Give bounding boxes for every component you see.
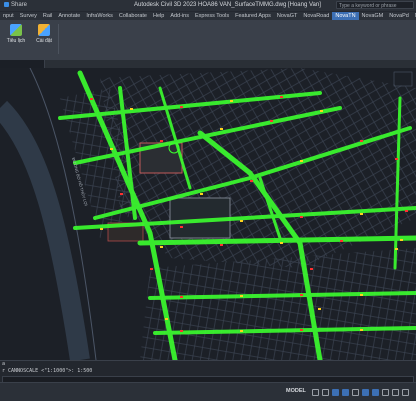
- road-marker: [300, 294, 303, 296]
- panel-icon: [10, 24, 22, 36]
- road-marker: [120, 193, 123, 195]
- road-marker: [250, 180, 253, 182]
- road-marker: [130, 108, 133, 110]
- road-marker: [318, 308, 321, 310]
- file-tab[interactable]: [0, 60, 45, 68]
- road-marker: [230, 100, 233, 102]
- model-space-toggle[interactable]: MODEL: [286, 388, 306, 394]
- road-marker: [300, 329, 303, 331]
- command-line: a r CANNOSCALE <"1:1000">: 1:500: [0, 360, 416, 384]
- road-marker: [310, 268, 313, 270]
- road-marker: [110, 148, 113, 150]
- road-marker: [360, 294, 363, 296]
- status-bar: MODEL: [0, 382, 416, 401]
- road-marker: [240, 330, 243, 332]
- ribbon-button-settings[interactable]: Cài đặt: [30, 24, 58, 44]
- road-marker: [220, 128, 223, 130]
- grid-icon[interactable]: [312, 389, 319, 396]
- road-marker: [395, 248, 398, 250]
- ribbon-button-label: Tiêu lịch: [6, 38, 26, 44]
- settings-icon: [38, 24, 50, 36]
- road-marker: [220, 244, 223, 246]
- ribbon-button-label: Cài đặt: [36, 38, 52, 44]
- drawing-canvas[interactable]: ĐƯỜNG BỜ HỒ THỦY LỢI: [0, 68, 416, 360]
- ortho-icon[interactable]: [332, 389, 339, 396]
- road-marker: [180, 226, 183, 228]
- ribbon: Tiêu lịch Cài đặt: [0, 20, 416, 61]
- road-marker: [360, 329, 363, 331]
- road-marker: [240, 295, 243, 297]
- ribbon-button-panel[interactable]: Tiêu lịch: [2, 24, 30, 44]
- road-marker: [280, 242, 283, 244]
- annotation-icon[interactable]: [372, 389, 379, 396]
- road-marker: [200, 193, 203, 195]
- road-marker: [160, 140, 163, 142]
- ribbon-separator: [58, 24, 59, 54]
- share-button[interactable]: Share: [4, 2, 27, 8]
- road-marker: [180, 330, 183, 332]
- road-marker: [300, 216, 303, 218]
- site-plan-drawing[interactable]: ĐƯỜNG BỜ HỒ THỦY LỢI: [0, 68, 416, 360]
- lineweight-icon[interactable]: [352, 389, 359, 396]
- road-marker: [270, 120, 273, 122]
- customize-icon[interactable]: [392, 389, 399, 396]
- road-marker: [180, 106, 183, 108]
- road-marker: [150, 268, 153, 270]
- road-marker: [320, 110, 323, 112]
- road-marker: [240, 220, 243, 222]
- road-marker: [90, 98, 93, 100]
- road-marker: [300, 160, 303, 162]
- command-history-line: r CANNOSCALE <"1:1000">: 1:500: [2, 368, 93, 374]
- road-marker: [360, 213, 363, 215]
- units-icon[interactable]: [382, 389, 389, 396]
- viewcube[interactable]: [393, 71, 413, 87]
- snap-icon[interactable]: [322, 389, 329, 396]
- search-input[interactable]: Type a keyword or phrase: [336, 1, 414, 9]
- road-marker: [160, 246, 163, 248]
- command-history-line: a: [2, 361, 6, 367]
- road-marker: [165, 318, 168, 320]
- share-label: Share: [11, 2, 28, 8]
- road-marker: [180, 296, 183, 298]
- workspace-icon[interactable]: [362, 389, 369, 396]
- road-marker: [395, 158, 398, 160]
- window-title: Autodesk Civil 3D 2023 HOA86 VAN_Surface…: [134, 2, 321, 8]
- menu-icon[interactable]: [402, 389, 409, 396]
- share-icon: [4, 2, 9, 7]
- road-marker: [405, 210, 408, 212]
- road-marker: [400, 239, 403, 241]
- title-bar: Share Autodesk Civil 3D 2023 HOA86 VAN_S…: [0, 0, 416, 11]
- osnap-icon[interactable]: [342, 389, 349, 396]
- road-marker: [340, 240, 343, 242]
- road-marker: [280, 96, 283, 98]
- road-marker: [360, 140, 363, 142]
- file-tab-bar: [0, 60, 416, 68]
- road-marker: [100, 228, 103, 230]
